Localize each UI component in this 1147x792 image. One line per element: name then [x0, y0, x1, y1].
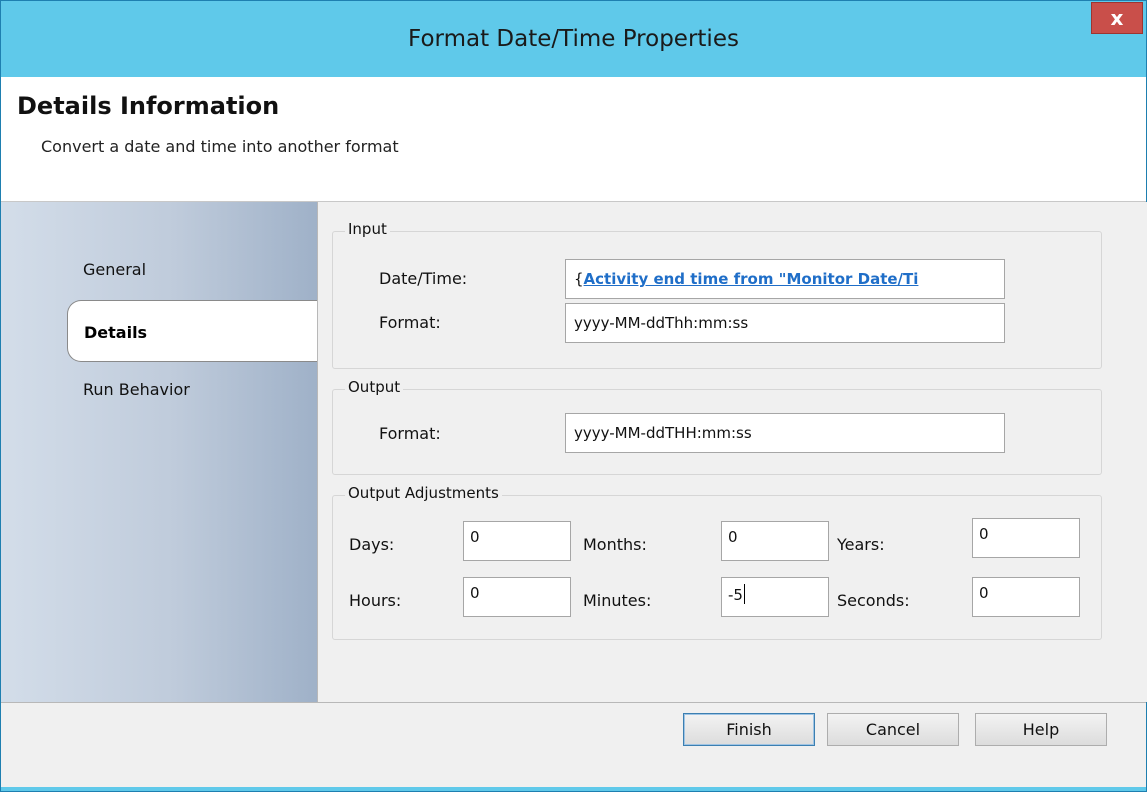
- input-format-field[interactable]: yyyy-MM-ddThh:mm:ss: [565, 303, 1005, 343]
- input-group: Input: [332, 220, 1102, 369]
- header-panel: Details Information Convert a date and t…: [1, 77, 1146, 202]
- page-title: Details Information: [17, 92, 280, 120]
- footer-divider: [1, 702, 1146, 703]
- finish-button[interactable]: Finish: [683, 713, 815, 746]
- output-group-label: Output: [345, 378, 404, 396]
- output-format-label: Format:: [379, 424, 441, 443]
- datetime-brace: {: [574, 270, 584, 288]
- nav-item-details-label: Details: [84, 323, 148, 342]
- text-cursor: [743, 584, 745, 604]
- seconds-label: Seconds:: [837, 591, 910, 610]
- adjustments-group-label: Output Adjustments: [345, 484, 502, 502]
- days-field[interactable]: 0: [463, 521, 571, 561]
- nav-item-details[interactable]: Details: [67, 300, 320, 362]
- page-subtitle: Convert a date and time into another for…: [41, 137, 399, 156]
- adjustments-group: Output Adjustments: [332, 484, 1102, 640]
- datetime-label: Date/Time:: [379, 269, 468, 288]
- minutes-field[interactable]: -5: [721, 577, 829, 617]
- cancel-button[interactable]: Cancel: [827, 713, 959, 746]
- years-field[interactable]: 0: [972, 518, 1080, 558]
- output-format-field[interactable]: yyyy-MM-ddTHH:mm:ss: [565, 413, 1005, 453]
- nav-item-general[interactable]: General: [83, 260, 146, 279]
- sidebar: [1, 202, 317, 702]
- seconds-field[interactable]: 0: [972, 577, 1080, 617]
- months-field[interactable]: 0: [721, 521, 829, 561]
- help-button[interactable]: Help: [975, 713, 1107, 746]
- nav-item-run-behavior[interactable]: Run Behavior: [83, 380, 190, 399]
- days-label: Days:: [349, 535, 395, 554]
- input-format-label: Format:: [379, 313, 441, 332]
- minutes-value: -5: [728, 586, 743, 604]
- title-bar[interactable]: Format Date/Time Properties x: [1, 1, 1146, 77]
- input-group-label: Input: [345, 220, 390, 238]
- hours-label: Hours:: [349, 591, 402, 610]
- years-label: Years:: [837, 535, 885, 554]
- datetime-field[interactable]: {Activity end time from "Monitor Date/Ti: [565, 259, 1005, 299]
- window-title: Format Date/Time Properties: [408, 26, 739, 52]
- close-button[interactable]: x: [1091, 2, 1143, 34]
- published-data-link[interactable]: Activity end time from "Monitor Date/Ti: [584, 270, 919, 288]
- months-label: Months:: [583, 535, 647, 554]
- minutes-label: Minutes:: [583, 591, 652, 610]
- hours-field[interactable]: 0: [463, 577, 571, 617]
- dialog-window: Format Date/Time Properties x Details In…: [0, 0, 1147, 792]
- window-bottom-border: [1, 787, 1146, 791]
